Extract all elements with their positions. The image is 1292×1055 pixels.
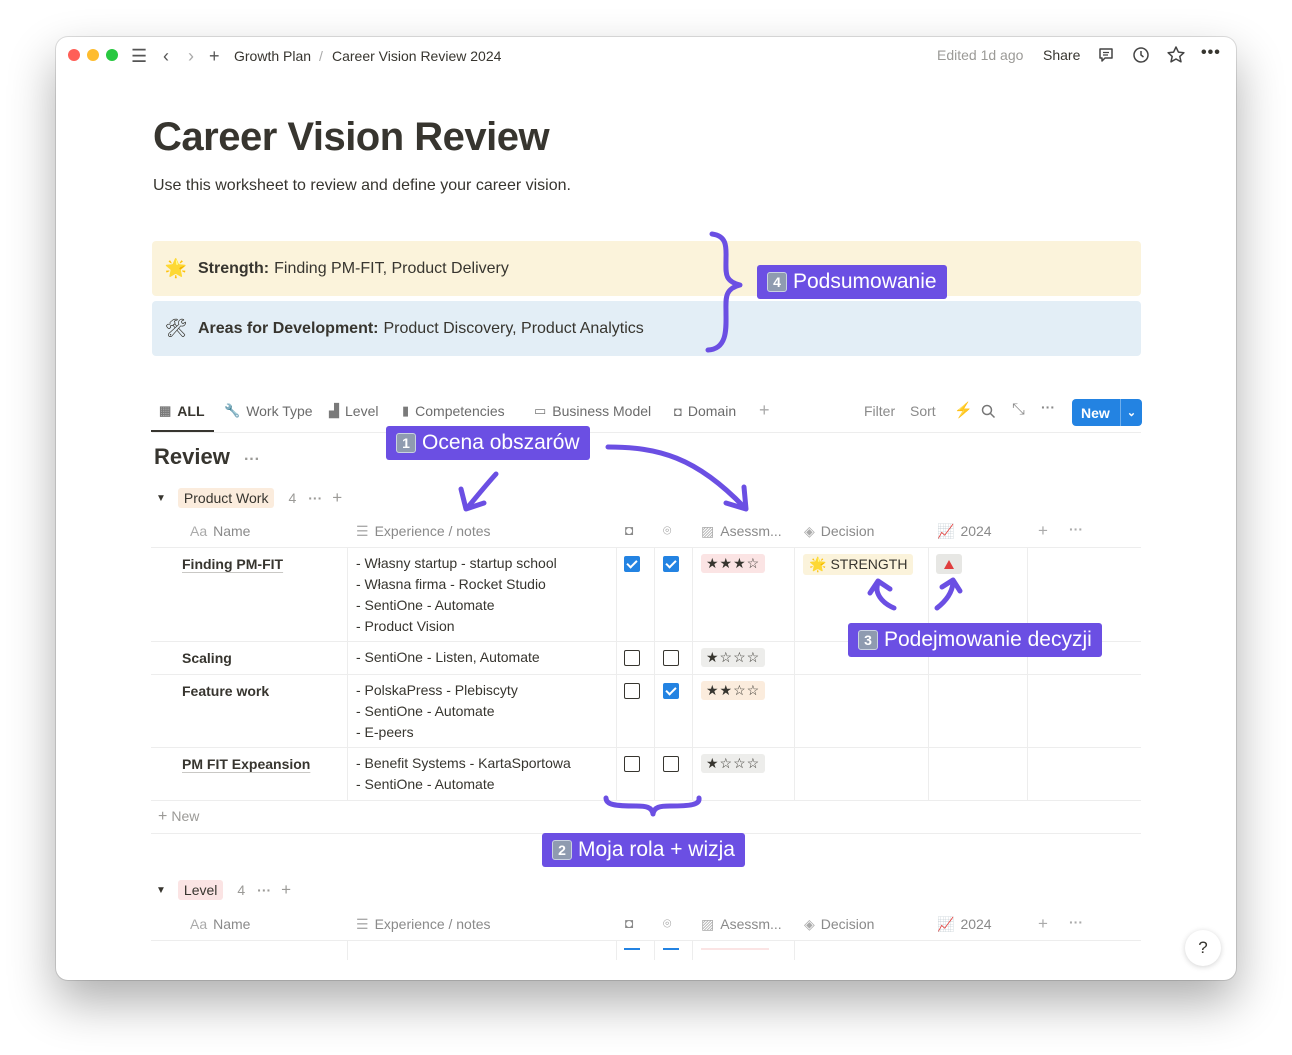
arrow-to-decision-head <box>867 578 893 596</box>
summary-brace <box>705 231 743 353</box>
annotation-number: 1 <box>396 433 416 453</box>
annotation-text: Ocena obszarów <box>422 431 580 454</box>
annotation-moja-rola: 2 Moja rola + wizja <box>542 833 745 867</box>
arrow-to-assessment <box>605 444 747 510</box>
annotation-text: Moja rola + wizja <box>578 838 735 861</box>
annotation-podejmowanie-decyzji: 3 Podejmowanie decyzji <box>848 623 1102 657</box>
help-button[interactable]: ? <box>1185 930 1221 966</box>
app-window: ☰ ‹ › + Growth Plan / Career Vision Revi… <box>56 37 1236 980</box>
annotation-podsumowanie: 4 Podsumowanie <box>757 265 947 299</box>
annotation-number: 2 <box>552 840 572 860</box>
annotation-text: Podsumowanie <box>793 270 937 293</box>
annotation-number: 4 <box>767 272 787 292</box>
role-brace <box>603 795 702 817</box>
annotation-text: Podejmowanie decyzji <box>884 628 1092 651</box>
annotation-number: 3 <box>858 630 878 650</box>
annotation-ocena-obszarow: 1 Ocena obszarów <box>386 426 590 460</box>
